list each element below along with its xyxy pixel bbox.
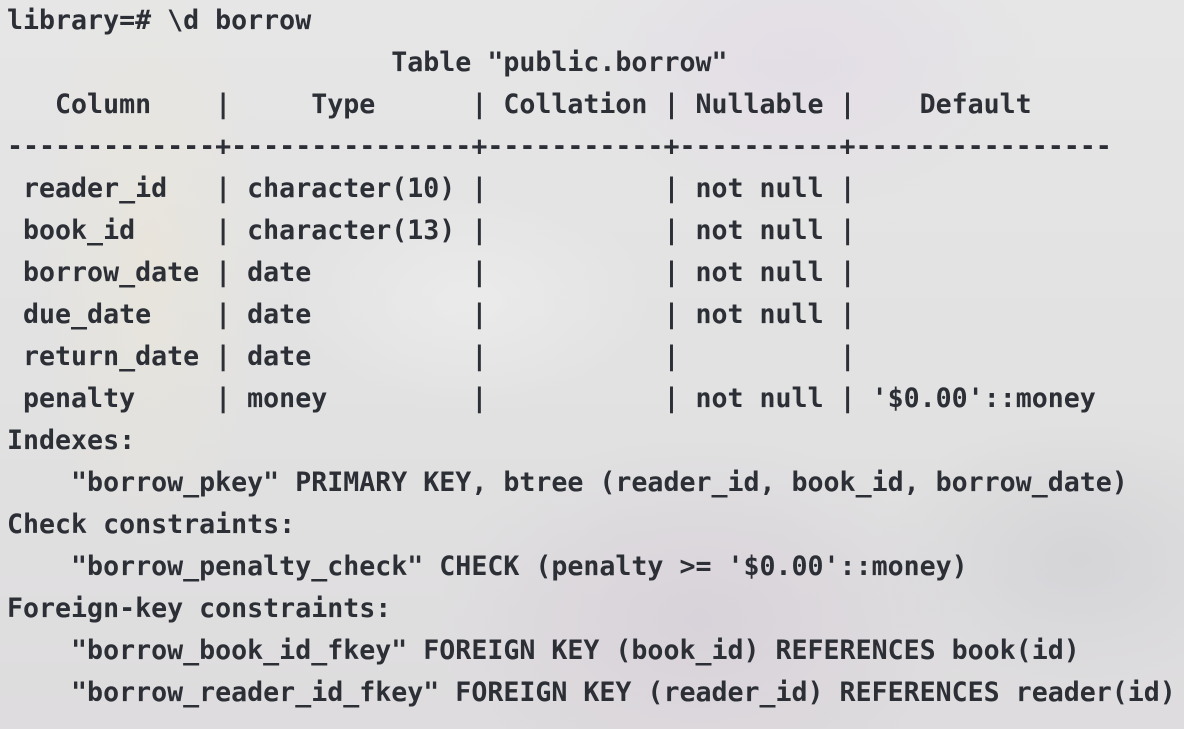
cell-default: |	[839, 341, 872, 372]
cell-collation: |	[471, 173, 664, 204]
prompt-line: library=# \d borrow	[7, 0, 1184, 42]
cell-collation: |	[471, 257, 664, 288]
cell-nullable: | not null	[663, 383, 840, 414]
table-title-text: Table "public.borrow"	[391, 47, 728, 78]
cell-nullable: |	[663, 341, 840, 372]
table-row: reader_id | character(10) | | not null |	[7, 168, 1184, 210]
table-title: Table "public.borrow"	[7, 42, 1184, 84]
table-row: return_date | date | | |	[7, 336, 1184, 378]
section-item: "borrow_reader_id_fkey" FOREIGN KEY (rea…	[7, 677, 1176, 708]
cell-collation: |	[471, 341, 664, 372]
table-separator: -------------+---------------+----------…	[7, 126, 1184, 168]
cell-type: | date	[215, 257, 472, 288]
separator-line: -------------+---------------+----------…	[7, 131, 1112, 162]
cell-default: |	[839, 173, 872, 204]
section-item: "borrow_pkey" PRIMARY KEY, btree (reader…	[7, 467, 1128, 498]
header-cells: Column | Type | Collation | Nullable | D…	[7, 89, 1032, 120]
cell-collation: |	[471, 299, 664, 330]
table-row: book_id | character(13) | | not null |	[7, 210, 1184, 252]
cell-nullable: | not null	[663, 215, 840, 246]
cell-column: return_date	[7, 341, 216, 372]
section-heading: Indexes:	[7, 425, 136, 456]
prompt: library=#	[7, 5, 168, 36]
table-body: reader_id | character(10) | | not null |…	[7, 168, 1184, 420]
table-row: penalty | money | | not null | '$0.00'::…	[7, 378, 1184, 420]
section-item: "borrow_book_id_fkey" FOREIGN KEY (book_…	[7, 635, 1080, 666]
cell-default: |	[839, 257, 872, 288]
cell-type: | date	[215, 299, 472, 330]
table-header: Column | Type | Collation | Nullable | D…	[7, 84, 1184, 126]
cell-nullable: | not null	[663, 173, 840, 204]
cell-type: | date	[215, 341, 472, 372]
cell-nullable: | not null	[663, 299, 840, 330]
cell-default: | '$0.00'::money	[839, 383, 1096, 414]
table-title-pad	[7, 47, 391, 78]
cell-column: reader_id	[7, 173, 216, 204]
cell-column: borrow_date	[7, 257, 216, 288]
section-item: "borrow_penalty_check" CHECK (penalty >=…	[7, 551, 968, 582]
cell-collation: |	[471, 215, 664, 246]
cell-default: |	[839, 299, 872, 330]
section-heading: Check constraints:	[7, 509, 296, 540]
cell-default: |	[839, 215, 872, 246]
cell-column: penalty	[7, 383, 216, 414]
constraint-sections: Indexes: "borrow_pkey" PRIMARY KEY, btre…	[7, 420, 1184, 714]
section-heading: Foreign-key constraints:	[7, 593, 392, 624]
table-row: borrow_date | date | | not null |	[7, 252, 1184, 294]
cell-type: | character(10)	[215, 173, 472, 204]
terminal-window[interactable]: library=# \d borrow Table "public.borrow…	[7, 0, 1184, 729]
table-row: due_date | date | | not null |	[7, 294, 1184, 336]
command: \d borrow	[167, 5, 312, 36]
cell-collation: |	[471, 383, 664, 414]
cell-type: | money	[215, 383, 472, 414]
cell-column: book_id	[7, 215, 216, 246]
cell-column: due_date	[7, 299, 216, 330]
cell-nullable: | not null	[663, 257, 840, 288]
cell-type: | character(13)	[215, 215, 472, 246]
